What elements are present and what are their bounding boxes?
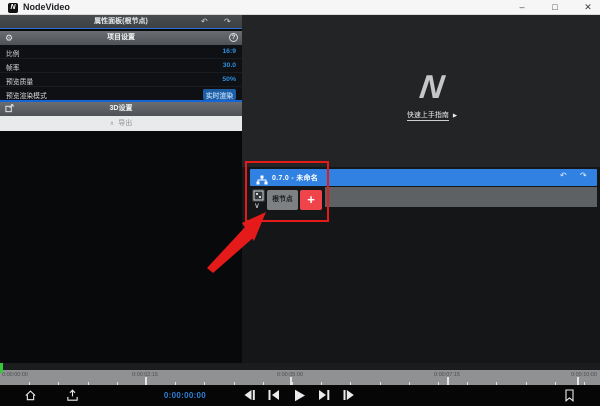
timeline-header-bar[interactable]: 0.7.0 - 未命名 ↶ ↷ [250,169,597,186]
ruler-major-tick [290,377,292,385]
undo-icon[interactable]: ↶ [201,15,208,28]
maximize-button[interactable]: □ [541,0,569,15]
timeline-undo-icon[interactable]: ↶ [560,171,567,180]
play-icon[interactable] [291,389,307,403]
settings-3d-header[interactable]: 3D设置 [0,102,242,116]
preview-area: N 快速上手指南 ▶ [242,15,600,167]
preview-quality-value[interactable]: 50% [222,76,236,83]
project-settings-title: 项目设置 [107,34,135,41]
ruler-major-tick [145,377,147,385]
settings-3d-title: 3D设置 [110,105,133,112]
close-button[interactable]: ✕ [574,0,600,15]
flip-3d-icon [5,104,14,116]
timeline-redo-icon[interactable]: ↷ [580,171,587,180]
nodevideo-window: N NodeVideo – □ ✕ 属性面板(根节点) ↶ ↷ ⚙ 项目设置 ?… [0,0,600,406]
help-icon[interactable]: ? [229,33,238,42]
empty-track-band[interactable] [325,187,597,207]
aspect-label: 比例 [6,48,20,58]
root-node-button[interactable]: 根节点 [267,190,298,210]
properties-panel-title: 属性面板(根节点) [94,18,148,25]
render-mode-label: 预览渲染模式 [6,90,47,100]
play-triangle-icon: ▶ [453,113,457,119]
chevron-down-icon[interactable]: ∨ [254,201,260,211]
aspect-value[interactable]: 16:9 [222,48,236,55]
project-settings-header[interactable]: ⚙ 项目设置 ? [0,31,242,45]
ruler-top-strip [0,363,600,370]
quick-start-guide-link[interactable]: 快速上手指南 ▶ [352,110,512,120]
timeline-title: 0.7.0 - 未命名 [272,173,318,183]
minimize-button[interactable]: – [508,0,536,15]
ruler-label: 0:00:10:00 [571,372,597,378]
preview-quality-label: 预览质量 [6,76,33,86]
home-icon[interactable] [22,389,38,403]
guide-label: 快速上手指南 [407,112,449,121]
caret-up-icon: ∧ [110,121,114,127]
prop-row-framerate: 帧率 30.0 [0,59,242,73]
window-title: NodeVideo [23,2,70,12]
nodevideo-logo: N [400,70,465,104]
redo-icon[interactable]: ↷ [224,15,231,28]
app-logo-icon: N [8,3,18,13]
export-label: 导出 [118,120,132,127]
ruler-label: 0:00:00:00 [2,372,28,378]
export-button[interactable]: ∧ 导出 [0,116,242,131]
playhead-marker[interactable] [0,363,3,373]
export-icon[interactable] [64,389,80,403]
framerate-value[interactable]: 30.0 [223,62,236,69]
bottom-toolbar: 0:00:00:00 ? [0,385,600,406]
prop-row-render-mode: 预览渲染模式 实时渲染 [0,87,242,101]
framerate-label: 帧率 [6,62,20,72]
current-time-display[interactable]: 0:00:00:00 [150,391,220,400]
prev-frame-icon[interactable] [241,389,257,403]
next-frame-icon[interactable] [341,389,357,403]
left-panel: 属性面板(根节点) ↶ ↷ ⚙ 项目设置 ? 比例 16:9 帧率 30.0 预… [0,15,242,363]
properties-panel-header: 属性面板(根节点) ↶ ↷ [0,15,242,29]
gear-icon: ⚙ [5,32,13,44]
prop-row-aspect: 比例 16:9 [0,45,242,59]
render-mode-value[interactable]: 实时渲染 [203,89,236,100]
skip-end-icon[interactable] [316,389,332,403]
timeline-panel: 0.7.0 - 未命名 ↶ ↷ ∨ 根节点 + [242,167,600,363]
title-bar: N NodeVideo – □ ✕ [0,0,600,15]
bookmark-icon[interactable] [561,389,577,403]
add-node-button[interactable]: + [300,190,322,210]
ruler-major-tick [447,377,449,385]
ruler-major-tick [577,377,579,385]
prop-row-preview-quality: 预览质量 50% [0,73,242,87]
timeline-ruler[interactable]: 0:00:00:00 0:00:02:15 0:00:05:00 0:00:07… [0,370,600,385]
node-graph-icon [256,172,268,190]
skip-start-icon[interactable] [266,389,282,403]
